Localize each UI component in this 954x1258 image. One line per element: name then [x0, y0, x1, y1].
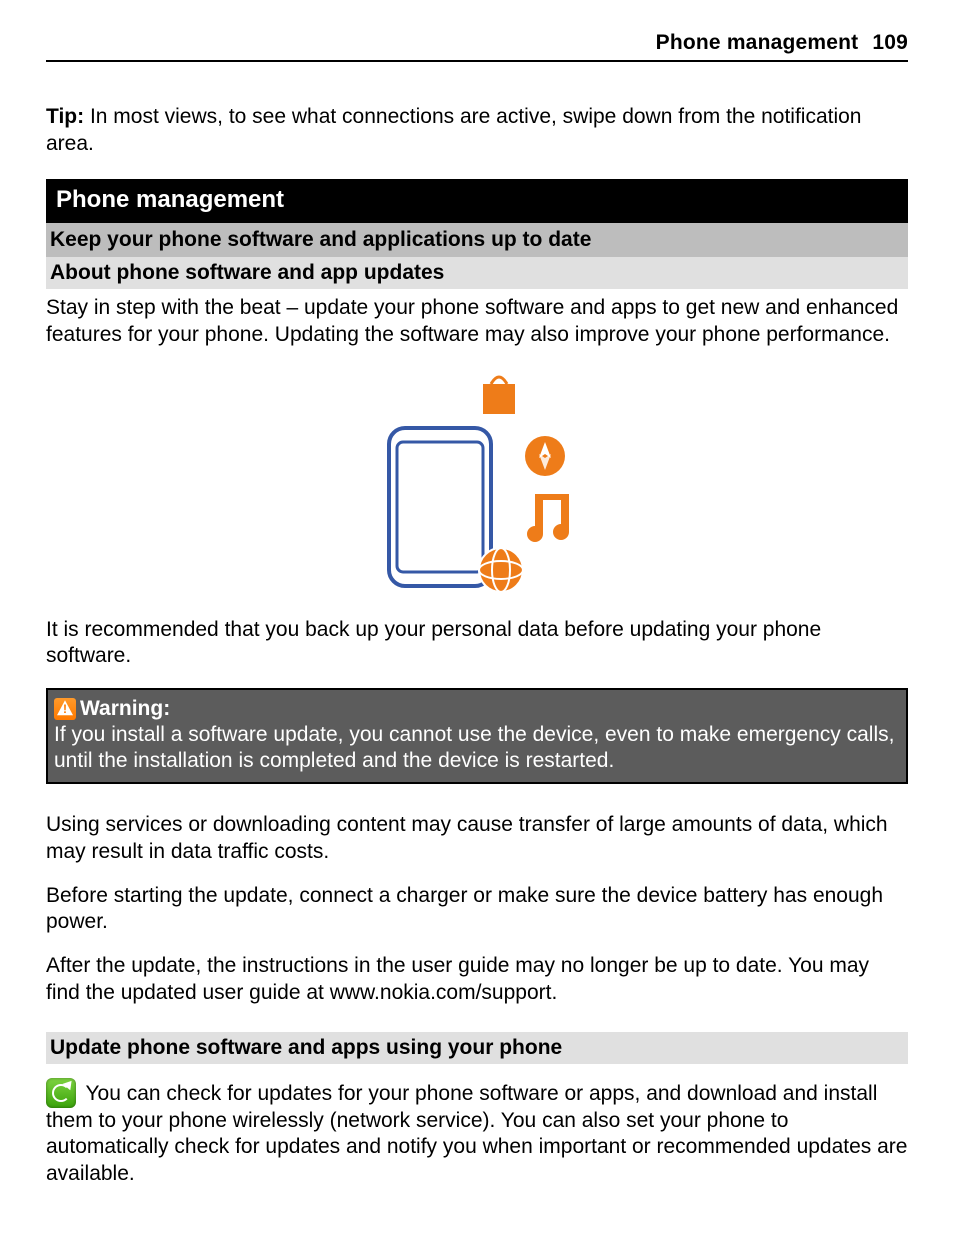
warning-label: Warning:: [80, 696, 170, 722]
header-page-number: 109: [872, 31, 908, 54]
running-header: Phone management 109: [46, 0, 908, 62]
warning-box: Warning: If you install a software updat…: [46, 688, 908, 785]
software-update-icon: [46, 1078, 76, 1108]
tip-label: Tip:: [46, 105, 84, 128]
backup-paragraph: It is recommended that you back up your …: [46, 617, 908, 670]
user-guide-paragraph: After the update, the instructions in th…: [46, 953, 908, 1006]
music-icon: [527, 494, 569, 542]
globe-icon: [479, 548, 523, 592]
warning-heading: Warning:: [54, 696, 900, 722]
compass-icon: [525, 436, 565, 476]
charger-paragraph: Before starting the update, connect a ch…: [46, 883, 908, 936]
tip-block: Tip: In most views, to see what connecti…: [46, 104, 908, 157]
warning-text: If you install a software update, you ca…: [54, 722, 900, 775]
update-paragraph: You can check for updates for your phone…: [46, 1078, 908, 1187]
header-section: Phone management: [656, 31, 859, 54]
shopping-bag-icon: [483, 377, 515, 414]
intro-paragraph: Stay in step with the beat – update your…: [46, 295, 908, 348]
data-costs-paragraph: Using services or downloading content ma…: [46, 812, 908, 865]
section2-heading: Update phone software and apps using you…: [46, 1032, 908, 1064]
chapter-title-bar: Phone management: [46, 179, 908, 223]
tip-text: In most views, to see what connections a…: [46, 105, 862, 154]
page: Phone management 109 Tip: In most views, …: [0, 0, 954, 1258]
update-paragraph-text: You can check for updates for your phone…: [46, 1082, 907, 1185]
subsection-heading: About phone software and app updates: [46, 257, 908, 289]
section-heading: Keep your phone software and application…: [46, 223, 908, 257]
phone-outline-icon: [389, 428, 491, 586]
warning-icon: [54, 698, 76, 720]
update-illustration: [46, 366, 908, 603]
